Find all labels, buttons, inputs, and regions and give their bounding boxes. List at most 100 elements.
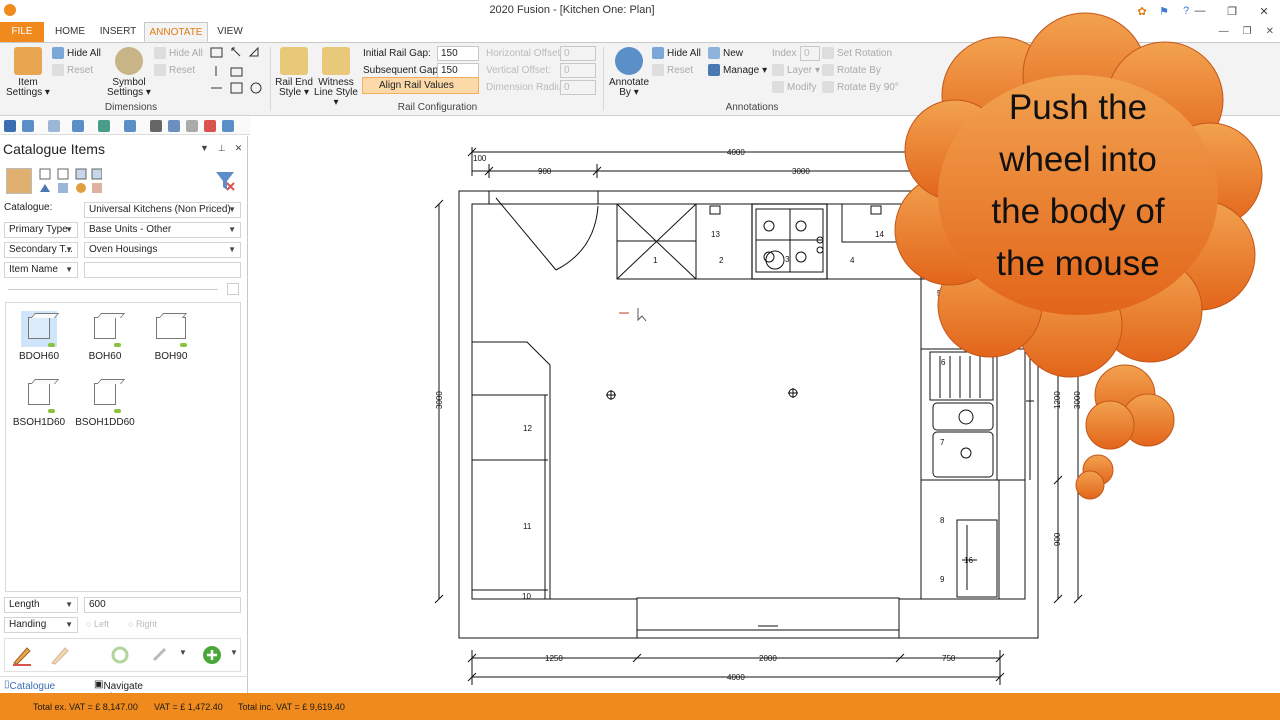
- reset-button[interactable]: Reset: [52, 62, 93, 78]
- catalogue-item[interactable]: BSOH1D60: [9, 377, 69, 428]
- layer-button[interactable]: Layer ▾: [772, 62, 820, 78]
- total-inc-vat: Total inc. VAT = £ 9,619.40: [238, 702, 345, 712]
- primary-type-select[interactable]: Primary Type ▼: [4, 222, 78, 238]
- doc-minimize-button[interactable]: —: [1219, 26, 1229, 37]
- dimension-tool-icons[interactable]: [210, 46, 266, 98]
- catalogue-select[interactable]: Universal Kitchens (Non Priced) ▼: [84, 202, 241, 218]
- symbol-hide-all-button[interactable]: Hide All: [154, 45, 203, 61]
- chevron-down-icon[interactable]: ▼: [179, 648, 187, 657]
- layout-icon[interactable]: [124, 120, 136, 132]
- slider-track[interactable]: [8, 289, 218, 290]
- modify-button[interactable]: Modify: [772, 79, 816, 95]
- view-mode-icons[interactable]: [38, 168, 103, 196]
- export-icon[interactable]: [222, 120, 234, 132]
- tab-annotate[interactable]: ANNOTATE: [144, 22, 208, 42]
- dimensions-group-label: Dimensions: [104, 102, 158, 113]
- add-icon[interactable]: [201, 644, 223, 666]
- tab-insert[interactable]: INSERT: [96, 22, 140, 42]
- maximize-button[interactable]: ❐: [1216, 0, 1248, 22]
- dim-bottom-left: 1250: [545, 654, 563, 663]
- item-settings-icon: [14, 47, 42, 75]
- print-icon[interactable]: [150, 120, 162, 132]
- pencil-edit-icon[interactable]: [49, 644, 71, 666]
- new-annotation-button[interactable]: New: [708, 45, 743, 61]
- render-icon[interactable]: [98, 120, 110, 132]
- rotate-by-button[interactable]: Rotate By: [822, 62, 881, 78]
- chevron-down-icon[interactable]: ▼: [200, 143, 209, 154]
- manage-annotation-button[interactable]: Manage ▾: [708, 62, 767, 78]
- title-bar: 2020 Fusion - [Kitchen One: Plan] ✿ ⚑ ? …: [0, 0, 1280, 22]
- view-icon[interactable]: [72, 120, 84, 132]
- chain-link-icon[interactable]: [149, 644, 171, 666]
- ribbon: Item Settings ▾ Hide All Reset Symbol Se…: [0, 42, 1280, 116]
- catalogue-item[interactable]: BDOH60: [9, 311, 69, 362]
- left-radio[interactable]: ○ Left: [86, 619, 109, 629]
- settings-icon[interactable]: [186, 120, 198, 132]
- preview-icon[interactable]: [168, 120, 180, 132]
- unit-label: 12: [523, 424, 532, 433]
- link-icon[interactable]: [227, 283, 239, 295]
- catalogue-item[interactable]: BOH90: [141, 311, 201, 362]
- dim-top-total: 4000: [727, 148, 745, 157]
- refresh-icon[interactable]: [109, 644, 131, 666]
- dim-left-height: 3000: [435, 391, 444, 409]
- tab-catalogue-items[interactable]: ▯ Catalogue Items: [4, 679, 55, 703]
- item-name-select[interactable]: Item Name ▼: [4, 262, 78, 278]
- set-rotation-button[interactable]: Set Rotation: [822, 45, 892, 61]
- plan-canvas[interactable]: 100 4000 900 3000 1250 2000 750 4000 300…: [249, 136, 1280, 693]
- initial-rail-gap-input[interactable]: 150: [437, 46, 479, 61]
- subsequent-gaps-input[interactable]: 150: [437, 63, 479, 78]
- pin-icon[interactable]: ⊥: [218, 143, 226, 154]
- save-icon[interactable]: [4, 120, 16, 132]
- filter-clear-icon[interactable]: [214, 170, 236, 192]
- annotation-reset-button[interactable]: Reset: [652, 62, 693, 78]
- chevron-down-icon[interactable]: ▼: [230, 648, 238, 657]
- redo-icon[interactable]: [48, 120, 60, 132]
- quick-access-toolbar: [0, 117, 250, 135]
- doc-close-button[interactable]: ✕: [1266, 26, 1274, 37]
- annotate-by-button[interactable]: Annotate By ▾: [608, 47, 650, 98]
- handing-select[interactable]: Handing ▼: [4, 617, 78, 633]
- cabinet-icon[interactable]: [6, 168, 32, 194]
- secondary-type-value-select[interactable]: Oven Housings ▼: [84, 242, 241, 258]
- hide-all-button[interactable]: Hide All: [52, 45, 101, 61]
- tab-navigate-view[interactable]: ▣ Navigate View: [94, 679, 143, 703]
- close-icon[interactable]: ✕: [235, 143, 243, 154]
- right-radio[interactable]: ○ Right: [128, 619, 157, 629]
- rail-end-style-button[interactable]: Rail End Style ▾: [274, 47, 314, 98]
- paw-icon[interactable]: ✿: [1134, 3, 1150, 19]
- dimension-radius-input[interactable]: 0: [560, 80, 596, 95]
- symbol-settings-button[interactable]: Symbol Settings ▾: [106, 47, 152, 98]
- annotation-hide-all-button[interactable]: Hide All: [652, 45, 701, 61]
- initial-rail-gap-label: Initial Rail Gap:: [363, 48, 431, 59]
- delete-icon[interactable]: [204, 120, 216, 132]
- secondary-type-select[interactable]: Secondary T... ▼: [4, 242, 78, 258]
- align-rail-values-button[interactable]: Align Rail Values: [362, 77, 479, 94]
- minimize-button[interactable]: —: [1184, 0, 1216, 22]
- panel-title: Catalogue Items: [3, 141, 105, 157]
- index-input[interactable]: 0: [800, 46, 820, 61]
- pencil-icon[interactable]: [11, 644, 33, 666]
- symbol-reset-button[interactable]: Reset: [154, 62, 195, 78]
- kitchen-floor-plan[interactable]: 100 4000 900 3000 1250 2000 750 4000 300…: [249, 136, 1280, 693]
- primary-type-value-select[interactable]: Base Units - Other ▼: [84, 222, 241, 238]
- tab-view[interactable]: VIEW: [210, 22, 250, 42]
- close-window-button[interactable]: ✕: [1248, 0, 1280, 22]
- tab-file[interactable]: FILE: [0, 22, 44, 42]
- length-select[interactable]: Length ▼: [4, 597, 78, 613]
- item-name-input[interactable]: [84, 262, 241, 278]
- rotate-by-90-button[interactable]: Rotate By 90°: [822, 79, 899, 95]
- doc-restore-button[interactable]: ❐: [1243, 26, 1252, 37]
- item-settings-button[interactable]: Item Settings ▾: [6, 47, 50, 98]
- length-input[interactable]: 600: [84, 597, 241, 613]
- rotate-90-icon: [822, 81, 834, 93]
- tab-home[interactable]: HOME: [48, 22, 92, 42]
- catalogue-item[interactable]: BOH60: [75, 311, 135, 362]
- undo-icon[interactable]: [22, 120, 34, 132]
- flag-icon[interactable]: ⚑: [1156, 3, 1172, 19]
- horizontal-offset-input[interactable]: 0: [560, 46, 596, 61]
- catalogue-item[interactable]: BSOH1DD60: [75, 377, 135, 428]
- unit-label: 13: [711, 230, 720, 239]
- witness-line-style-button[interactable]: Witness Line Style ▾: [314, 47, 358, 108]
- vertical-offset-input[interactable]: 0: [560, 63, 596, 78]
